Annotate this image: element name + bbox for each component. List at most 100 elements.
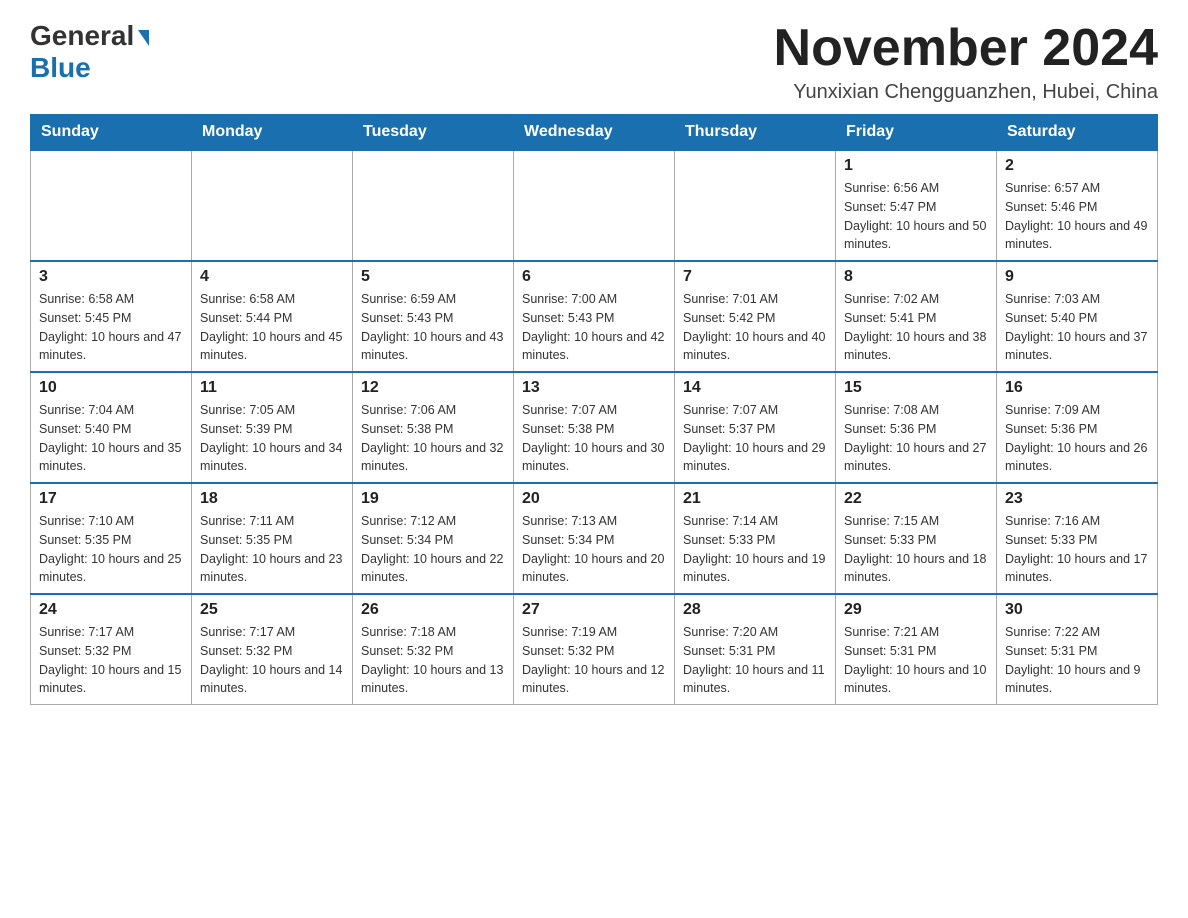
logo-general-text: General xyxy=(30,20,134,52)
weekday-header-friday: Friday xyxy=(836,115,997,151)
calendar-cell: 18 Sunrise: 7:11 AMSunset: 5:35 PMDayligh… xyxy=(192,483,353,594)
sun-info: Sunrise: 6:56 AMSunset: 5:47 PMDaylight:… xyxy=(844,179,988,254)
weekday-header-saturday: Saturday xyxy=(997,115,1158,151)
sun-info: Sunrise: 7:04 AMSunset: 5:40 PMDaylight:… xyxy=(39,401,183,476)
sun-info: Sunrise: 7:12 AMSunset: 5:34 PMDaylight:… xyxy=(361,512,505,587)
day-number: 21 xyxy=(683,490,827,508)
calendar-cell: 3 Sunrise: 6:58 AMSunset: 5:45 PMDaylight… xyxy=(31,261,192,372)
day-number: 16 xyxy=(1005,379,1149,397)
calendar-cell: 16 Sunrise: 7:09 AMSunset: 5:36 PMDayligh… xyxy=(997,372,1158,483)
calendar-cell: 24 Sunrise: 7:17 AMSunset: 5:32 PMDayligh… xyxy=(31,594,192,705)
sun-info: Sunrise: 7:19 AMSunset: 5:32 PMDaylight:… xyxy=(522,623,666,698)
calendar-cell: 2 Sunrise: 6:57 AMSunset: 5:46 PMDaylight… xyxy=(997,150,1158,261)
sun-info: Sunrise: 7:17 AMSunset: 5:32 PMDaylight:… xyxy=(200,623,344,698)
day-number: 25 xyxy=(200,601,344,619)
calendar-cell: 30Sunrise: 7:22 AMSunset: 5:31 PMDayligh… xyxy=(997,594,1158,705)
calendar-cell: 17Sunrise: 7:10 AMSunset: 5:35 PMDayligh… xyxy=(31,483,192,594)
sun-info: Sunrise: 7:11 AMSunset: 5:35 PMDaylight:… xyxy=(200,512,344,587)
week-row-3: 10 Sunrise: 7:04 AMSunset: 5:40 PMDayligh… xyxy=(31,372,1158,483)
day-number: 1 xyxy=(844,157,988,175)
weekday-header-row: SundayMondayTuesdayWednesdayThursdayFrid… xyxy=(31,115,1158,151)
calendar-cell: 12 Sunrise: 7:06 AMSunset: 5:38 PMDayligh… xyxy=(353,372,514,483)
day-number: 30 xyxy=(1005,601,1149,619)
day-number: 24 xyxy=(39,601,183,619)
logo-arrow-icon xyxy=(138,30,149,46)
week-row-5: 24 Sunrise: 7:17 AMSunset: 5:32 PMDayligh… xyxy=(31,594,1158,705)
calendar-cell xyxy=(675,150,836,261)
day-number: 8 xyxy=(844,268,988,286)
day-number: 22 xyxy=(844,490,988,508)
day-number: 12 xyxy=(361,379,505,397)
day-number: 3 xyxy=(39,268,183,286)
day-number: 18 xyxy=(200,490,344,508)
week-row-1: 1 Sunrise: 6:56 AMSunset: 5:47 PMDaylight… xyxy=(31,150,1158,261)
day-number: 11 xyxy=(200,379,344,397)
logo: General Blue xyxy=(30,20,149,84)
day-number: 7 xyxy=(683,268,827,286)
sun-info: Sunrise: 6:58 AMSunset: 5:44 PMDaylight:… xyxy=(200,290,344,365)
sun-info: Sunrise: 7:01 AMSunset: 5:42 PMDaylight:… xyxy=(683,290,827,365)
calendar-cell: 25 Sunrise: 7:17 AMSunset: 5:32 PMDayligh… xyxy=(192,594,353,705)
day-number: 27 xyxy=(522,601,666,619)
calendar-cell: 11 Sunrise: 7:05 AMSunset: 5:39 PMDayligh… xyxy=(192,372,353,483)
calendar-cell: 28Sunrise: 7:20 AMSunset: 5:31 PMDayligh… xyxy=(675,594,836,705)
sun-info: Sunrise: 7:00 AMSunset: 5:43 PMDaylight:… xyxy=(522,290,666,365)
location-title: Yunxixian Chengguanzhen, Hubei, China xyxy=(774,81,1158,104)
day-number: 19 xyxy=(361,490,505,508)
calendar-cell: 26 Sunrise: 7:18 AMSunset: 5:32 PMDayligh… xyxy=(353,594,514,705)
sun-info: Sunrise: 7:08 AMSunset: 5:36 PMDaylight:… xyxy=(844,401,988,476)
sun-info: Sunrise: 7:05 AMSunset: 5:39 PMDaylight:… xyxy=(200,401,344,476)
sun-info: Sunrise: 7:14 AMSunset: 5:33 PMDaylight:… xyxy=(683,512,827,587)
sun-info: Sunrise: 6:59 AMSunset: 5:43 PMDaylight:… xyxy=(361,290,505,365)
day-number: 10 xyxy=(39,379,183,397)
calendar-cell: 22Sunrise: 7:15 AMSunset: 5:33 PMDayligh… xyxy=(836,483,997,594)
calendar-cell: 9 Sunrise: 7:03 AMSunset: 5:40 PMDaylight… xyxy=(997,261,1158,372)
sun-info: Sunrise: 7:02 AMSunset: 5:41 PMDaylight:… xyxy=(844,290,988,365)
day-number: 17 xyxy=(39,490,183,508)
day-number: 29 xyxy=(844,601,988,619)
day-number: 26 xyxy=(361,601,505,619)
day-number: 9 xyxy=(1005,268,1149,286)
sun-info: Sunrise: 7:09 AMSunset: 5:36 PMDaylight:… xyxy=(1005,401,1149,476)
sun-info: Sunrise: 7:03 AMSunset: 5:40 PMDaylight:… xyxy=(1005,290,1149,365)
calendar-table: SundayMondayTuesdayWednesdayThursdayFrid… xyxy=(30,114,1158,705)
sun-info: Sunrise: 7:17 AMSunset: 5:32 PMDaylight:… xyxy=(39,623,183,698)
sun-info: Sunrise: 7:20 AMSunset: 5:31 PMDaylight:… xyxy=(683,623,827,698)
calendar-cell: 27 Sunrise: 7:19 AMSunset: 5:32 PMDayligh… xyxy=(514,594,675,705)
day-number: 4 xyxy=(200,268,344,286)
day-number: 5 xyxy=(361,268,505,286)
sun-info: Sunrise: 7:06 AMSunset: 5:38 PMDaylight:… xyxy=(361,401,505,476)
calendar-cell: 29 Sunrise: 7:21 AMSunset: 5:31 PMDayligh… xyxy=(836,594,997,705)
month-title: November 2024 xyxy=(774,20,1158,77)
calendar-cell: 15Sunrise: 7:08 AMSunset: 5:36 PMDayligh… xyxy=(836,372,997,483)
calendar-cell: 7 Sunrise: 7:01 AMSunset: 5:42 PMDaylight… xyxy=(675,261,836,372)
calendar-cell: 20 Sunrise: 7:13 AMSunset: 5:34 PMDayligh… xyxy=(514,483,675,594)
weekday-header-tuesday: Tuesday xyxy=(353,115,514,151)
day-number: 14 xyxy=(683,379,827,397)
calendar-cell xyxy=(192,150,353,261)
header: General Blue November 2024 Yunxixian Che… xyxy=(30,20,1158,104)
calendar-cell: 8 Sunrise: 7:02 AMSunset: 5:41 PMDaylight… xyxy=(836,261,997,372)
calendar-cell: 1 Sunrise: 6:56 AMSunset: 5:47 PMDaylight… xyxy=(836,150,997,261)
sun-info: Sunrise: 7:13 AMSunset: 5:34 PMDaylight:… xyxy=(522,512,666,587)
sun-info: Sunrise: 7:21 AMSunset: 5:31 PMDaylight:… xyxy=(844,623,988,698)
logo-blue-text: Blue xyxy=(30,52,91,83)
day-number: 13 xyxy=(522,379,666,397)
calendar-cell: 13 Sunrise: 7:07 AMSunset: 5:38 PMDayligh… xyxy=(514,372,675,483)
sun-info: Sunrise: 7:18 AMSunset: 5:32 PMDaylight:… xyxy=(361,623,505,698)
sun-info: Sunrise: 7:07 AMSunset: 5:38 PMDaylight:… xyxy=(522,401,666,476)
day-number: 2 xyxy=(1005,157,1149,175)
sun-info: Sunrise: 7:16 AMSunset: 5:33 PMDaylight:… xyxy=(1005,512,1149,587)
sun-info: Sunrise: 6:57 AMSunset: 5:46 PMDaylight:… xyxy=(1005,179,1149,254)
calendar-cell xyxy=(353,150,514,261)
calendar-cell: 21 Sunrise: 7:14 AMSunset: 5:33 PMDayligh… xyxy=(675,483,836,594)
weekday-header-thursday: Thursday xyxy=(675,115,836,151)
week-row-2: 3 Sunrise: 6:58 AMSunset: 5:45 PMDaylight… xyxy=(31,261,1158,372)
weekday-header-monday: Monday xyxy=(192,115,353,151)
day-number: 6 xyxy=(522,268,666,286)
day-number: 20 xyxy=(522,490,666,508)
title-area: November 2024 Yunxixian Chengguanzhen, H… xyxy=(774,20,1158,104)
calendar-cell: 10 Sunrise: 7:04 AMSunset: 5:40 PMDayligh… xyxy=(31,372,192,483)
sun-info: Sunrise: 6:58 AMSunset: 5:45 PMDaylight:… xyxy=(39,290,183,365)
sun-info: Sunrise: 7:07 AMSunset: 5:37 PMDaylight:… xyxy=(683,401,827,476)
